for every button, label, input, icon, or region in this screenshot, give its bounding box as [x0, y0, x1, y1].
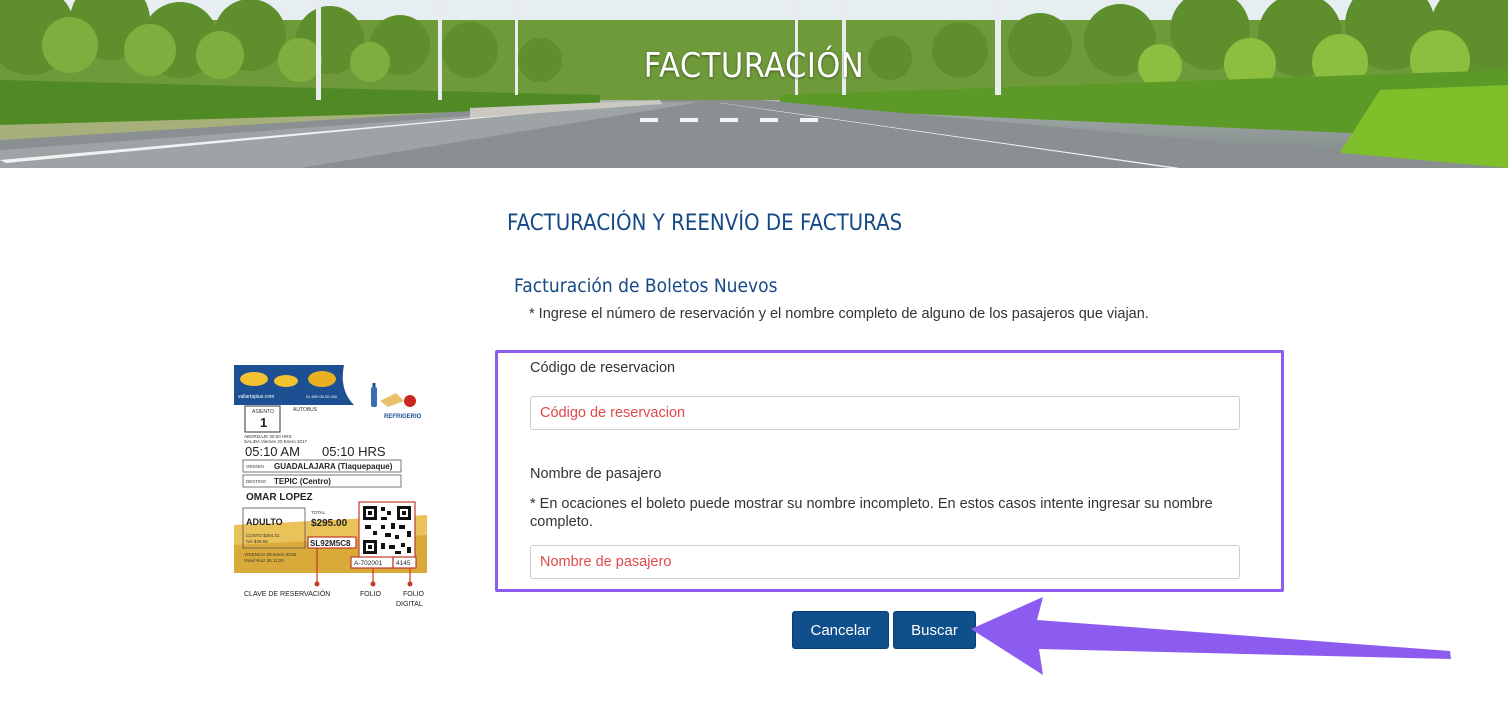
ticket-origin-label: ORIGEN: [246, 464, 264, 469]
ticket-total-label: TOTAL: [311, 510, 326, 515]
passenger-name-label: Nombre de pasajero: [530, 466, 662, 482]
page-title: FACTURACIÓN Y REENVÍO DE FACTURAS: [507, 211, 903, 236]
ticket-total: $295.00: [311, 518, 348, 529]
callout-digital-folio-1: FOLIO: [403, 591, 425, 598]
hero-banner: FACTURACIÓN: [0, 0, 1508, 168]
qr-code-icon: [358, 501, 416, 559]
cancel-button[interactable]: Cancelar: [792, 611, 889, 649]
ticket-time1: 05:10 AM: [245, 444, 300, 459]
ticket-bus-label: AUTOBUS: [293, 407, 318, 413]
search-button[interactable]: Buscar: [893, 611, 976, 649]
ticket-destination: TEPIC (Centro): [274, 477, 331, 486]
ticket-refreshment-label: REFRIGERIO: [384, 414, 422, 420]
section-instructions: * Ingrese el número de reservación y el …: [529, 306, 1149, 322]
callout-digital-folio-2: DIGITAL: [396, 601, 423, 608]
ticket-digital-folio: 4145: [396, 560, 411, 567]
hero-title: FACTURACIÓN: [643, 46, 865, 86]
passenger-name-input[interactable]: [530, 545, 1240, 579]
section-title: Facturación de Boletos Nuevos: [514, 275, 778, 297]
ticket-phone: 01 800 00 00 000: [306, 394, 338, 399]
ticket-tax: IVA $40.69: [246, 539, 268, 544]
ticket-cost: COSTO $254.31: [246, 533, 280, 538]
ticket-seat: 1: [260, 415, 267, 430]
ticket-time2: 05:10 HRS: [322, 444, 386, 459]
callout-reservation-code: CLAVE DE RESERVACIÓN: [244, 589, 330, 598]
ticket-reservation-code: SL92M5C8: [310, 539, 351, 548]
ticket-website: vallartaplus.com: [238, 394, 274, 400]
ticket-example-image: vallartaplus.com 01 800 00 00 000 REFRIG…: [234, 365, 427, 613]
callout-folio: FOLIO: [360, 591, 382, 598]
passenger-name-note: * En ocaciones el boleto puede mostrar s…: [530, 496, 1213, 530]
ticket-destination-label: DESTINO: [246, 479, 267, 484]
ticket-folio: A-702001: [354, 560, 383, 567]
ticket-agent: Yosef Ruiz 36 11:20: [244, 558, 284, 563]
ticket-origin: GUADALAJARA (Tlaquepaque): [274, 462, 393, 471]
apple-icon: [404, 395, 416, 407]
reservation-code-input[interactable]: [530, 396, 1240, 430]
ticket-passenger-name: OMAR LOPEZ: [246, 492, 313, 503]
ticket-validity: VIGENCIA 20-enero-2018: [244, 552, 297, 557]
reservation-code-label: Código de reservacion: [530, 360, 676, 376]
billing-form: Código de reservacion Nombre de pasajero…: [495, 350, 1284, 592]
ticket-passenger-type: ADULTO: [246, 517, 283, 527]
annotation-arrow-icon: [971, 597, 1451, 675]
